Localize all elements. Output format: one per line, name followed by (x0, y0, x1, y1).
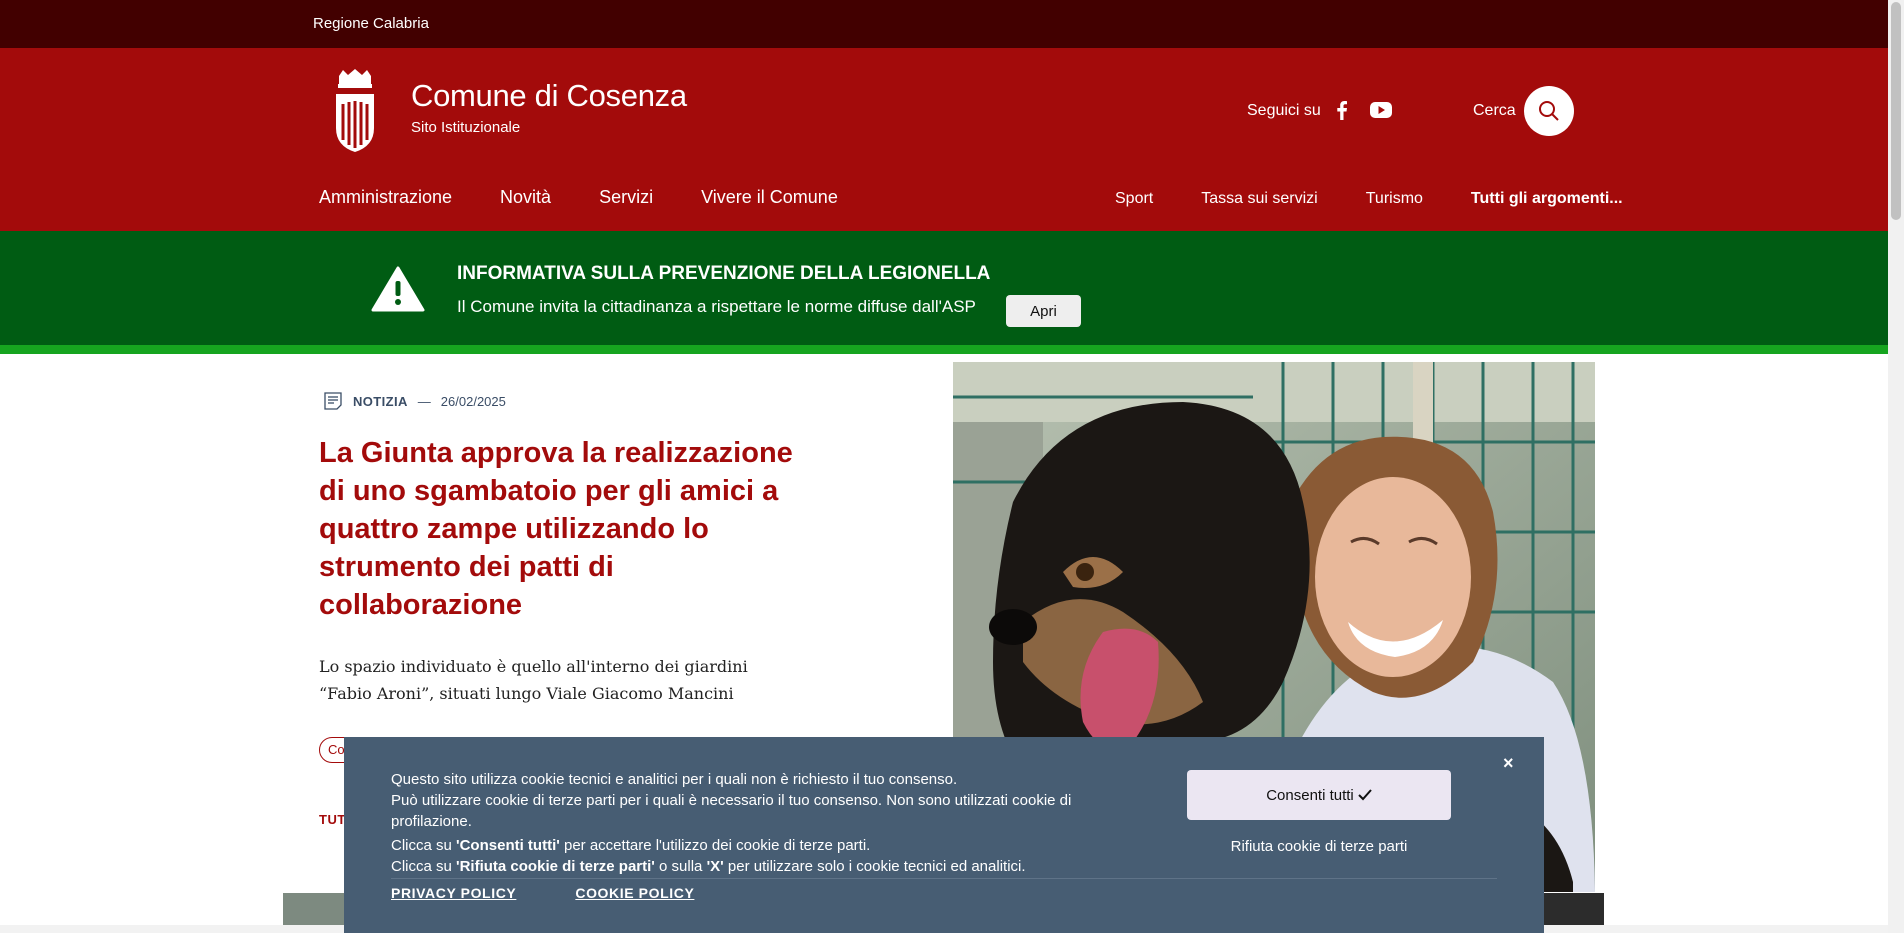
cookie-line-3: Clicca su 'Consenti tutti' per accettare… (391, 835, 1151, 856)
alert-open-button[interactable]: Apri (1006, 295, 1081, 327)
top-bar: Regione Calabria (0, 0, 1888, 48)
alert-banner: INFORMATIVA SULLA PREVENZIONE DELLA LEGI… (0, 231, 1888, 354)
topic-all[interactable]: Tutti gli argomenti... (1471, 190, 1623, 208)
cookie-line-4-mid: o sulla (654, 858, 707, 875)
site-subtitle: Sito Istituzionale (411, 119, 521, 136)
nav-item-servizi[interactable]: Servizi (599, 187, 653, 208)
nav-item-vivere[interactable]: Vivere il Comune (701, 187, 838, 208)
cookie-line-4: Clicca su 'Rifiuta cookie di terze parti… (391, 856, 1151, 877)
check-icon (1358, 789, 1372, 801)
site-header: Comune di Cosenza Sito Istituzionale Seg… (0, 48, 1888, 231)
cookie-line-4-bold-1: 'Rifiuta cookie di terze parti' (456, 858, 655, 875)
alert-title: INFORMATIVA SULLA PREVENZIONE DELLA LEGI… (457, 263, 991, 284)
scrollbar-thumb[interactable] (1891, 2, 1901, 220)
cookie-policy-link[interactable]: COOKIE POLICY (575, 885, 694, 901)
scrollbar[interactable] (1888, 0, 1904, 933)
cookie-line-1: Questo sito utilizza cookie tecnici e an… (391, 771, 958, 788)
cookie-line-2: Può utilizzare cookie di terze parti per… (391, 792, 1072, 830)
cookie-divider (391, 878, 1497, 879)
cookie-banner: Questo sito utilizza cookie tecnici e an… (344, 737, 1544, 933)
cookie-accept-label: Consenti tutti (1266, 786, 1354, 804)
follow-label: Seguici su (1247, 102, 1321, 119)
cookie-line-4-pre: Clicca su (391, 858, 457, 875)
cookie-line-4-bold-2: 'X' (706, 858, 724, 875)
topics-nav: Sport Tassa sui servizi Turismo Tutti gl… (1115, 190, 1623, 208)
search-label[interactable]: Cerca (1473, 102, 1516, 120)
alert-text: Il Comune invita la cittadinanza a rispe… (457, 297, 976, 316)
news-title[interactable]: La Giunta approva la realizzazione di un… (319, 434, 799, 624)
all-news-link[interactable]: TUT (319, 812, 346, 827)
cookie-accept-button[interactable]: Consenti tutti (1187, 770, 1451, 820)
topic-sport[interactable]: Sport (1115, 190, 1153, 208)
cookie-line-3-bold: 'Consenti tutti' (456, 837, 560, 854)
site-title[interactable]: Comune di Cosenza (411, 78, 687, 114)
news-date: 26/02/2025 (440, 393, 506, 409)
cookie-text: Questo sito utilizza cookie tecnici e an… (391, 769, 1151, 877)
search-icon (1539, 101, 1559, 121)
cookie-policy-links: PRIVACY POLICY COOKIE POLICY (391, 885, 694, 901)
cookie-line-4-post: per utilizzare solo i cookie tecnici ed … (723, 858, 1026, 875)
cookie-reject-button[interactable]: Rifiuta cookie di terze parti (1187, 838, 1451, 855)
news-meta: NOTIZIA — 26/02/2025 (323, 391, 506, 411)
main-nav: Amministrazione Novità Servizi Vivere il… (319, 187, 838, 208)
page: Regione Calabria Comune di Cosenza Sito … (0, 0, 1904, 933)
news-description: Lo spazio individuato è quello all'inter… (319, 657, 748, 703)
news-icon (324, 392, 342, 410)
facebook-icon[interactable] (1331, 99, 1353, 121)
nav-item-amministrazione[interactable]: Amministrazione (319, 187, 452, 208)
nav-item-novita[interactable]: Novità (500, 187, 551, 208)
region-link[interactable]: Regione Calabria (313, 15, 429, 32)
cookie-line-3-post: per accettare l'utilizzo dei cookie di t… (559, 837, 871, 854)
news-type: NOTIZIA (353, 393, 408, 409)
youtube-icon[interactable] (1369, 101, 1393, 119)
topic-turismo[interactable]: Turismo (1366, 190, 1423, 208)
cookie-line-3-pre: Clicca su (391, 837, 457, 854)
privacy-policy-link[interactable]: PRIVACY POLICY (391, 885, 516, 901)
news-separator: — (417, 393, 431, 409)
topic-tassa[interactable]: Tassa sui servizi (1201, 190, 1317, 208)
cookie-close-button[interactable]: × (1503, 753, 1514, 774)
crest-logo[interactable] (333, 68, 377, 152)
search-button[interactable] (1524, 86, 1574, 136)
warning-icon (371, 266, 425, 312)
